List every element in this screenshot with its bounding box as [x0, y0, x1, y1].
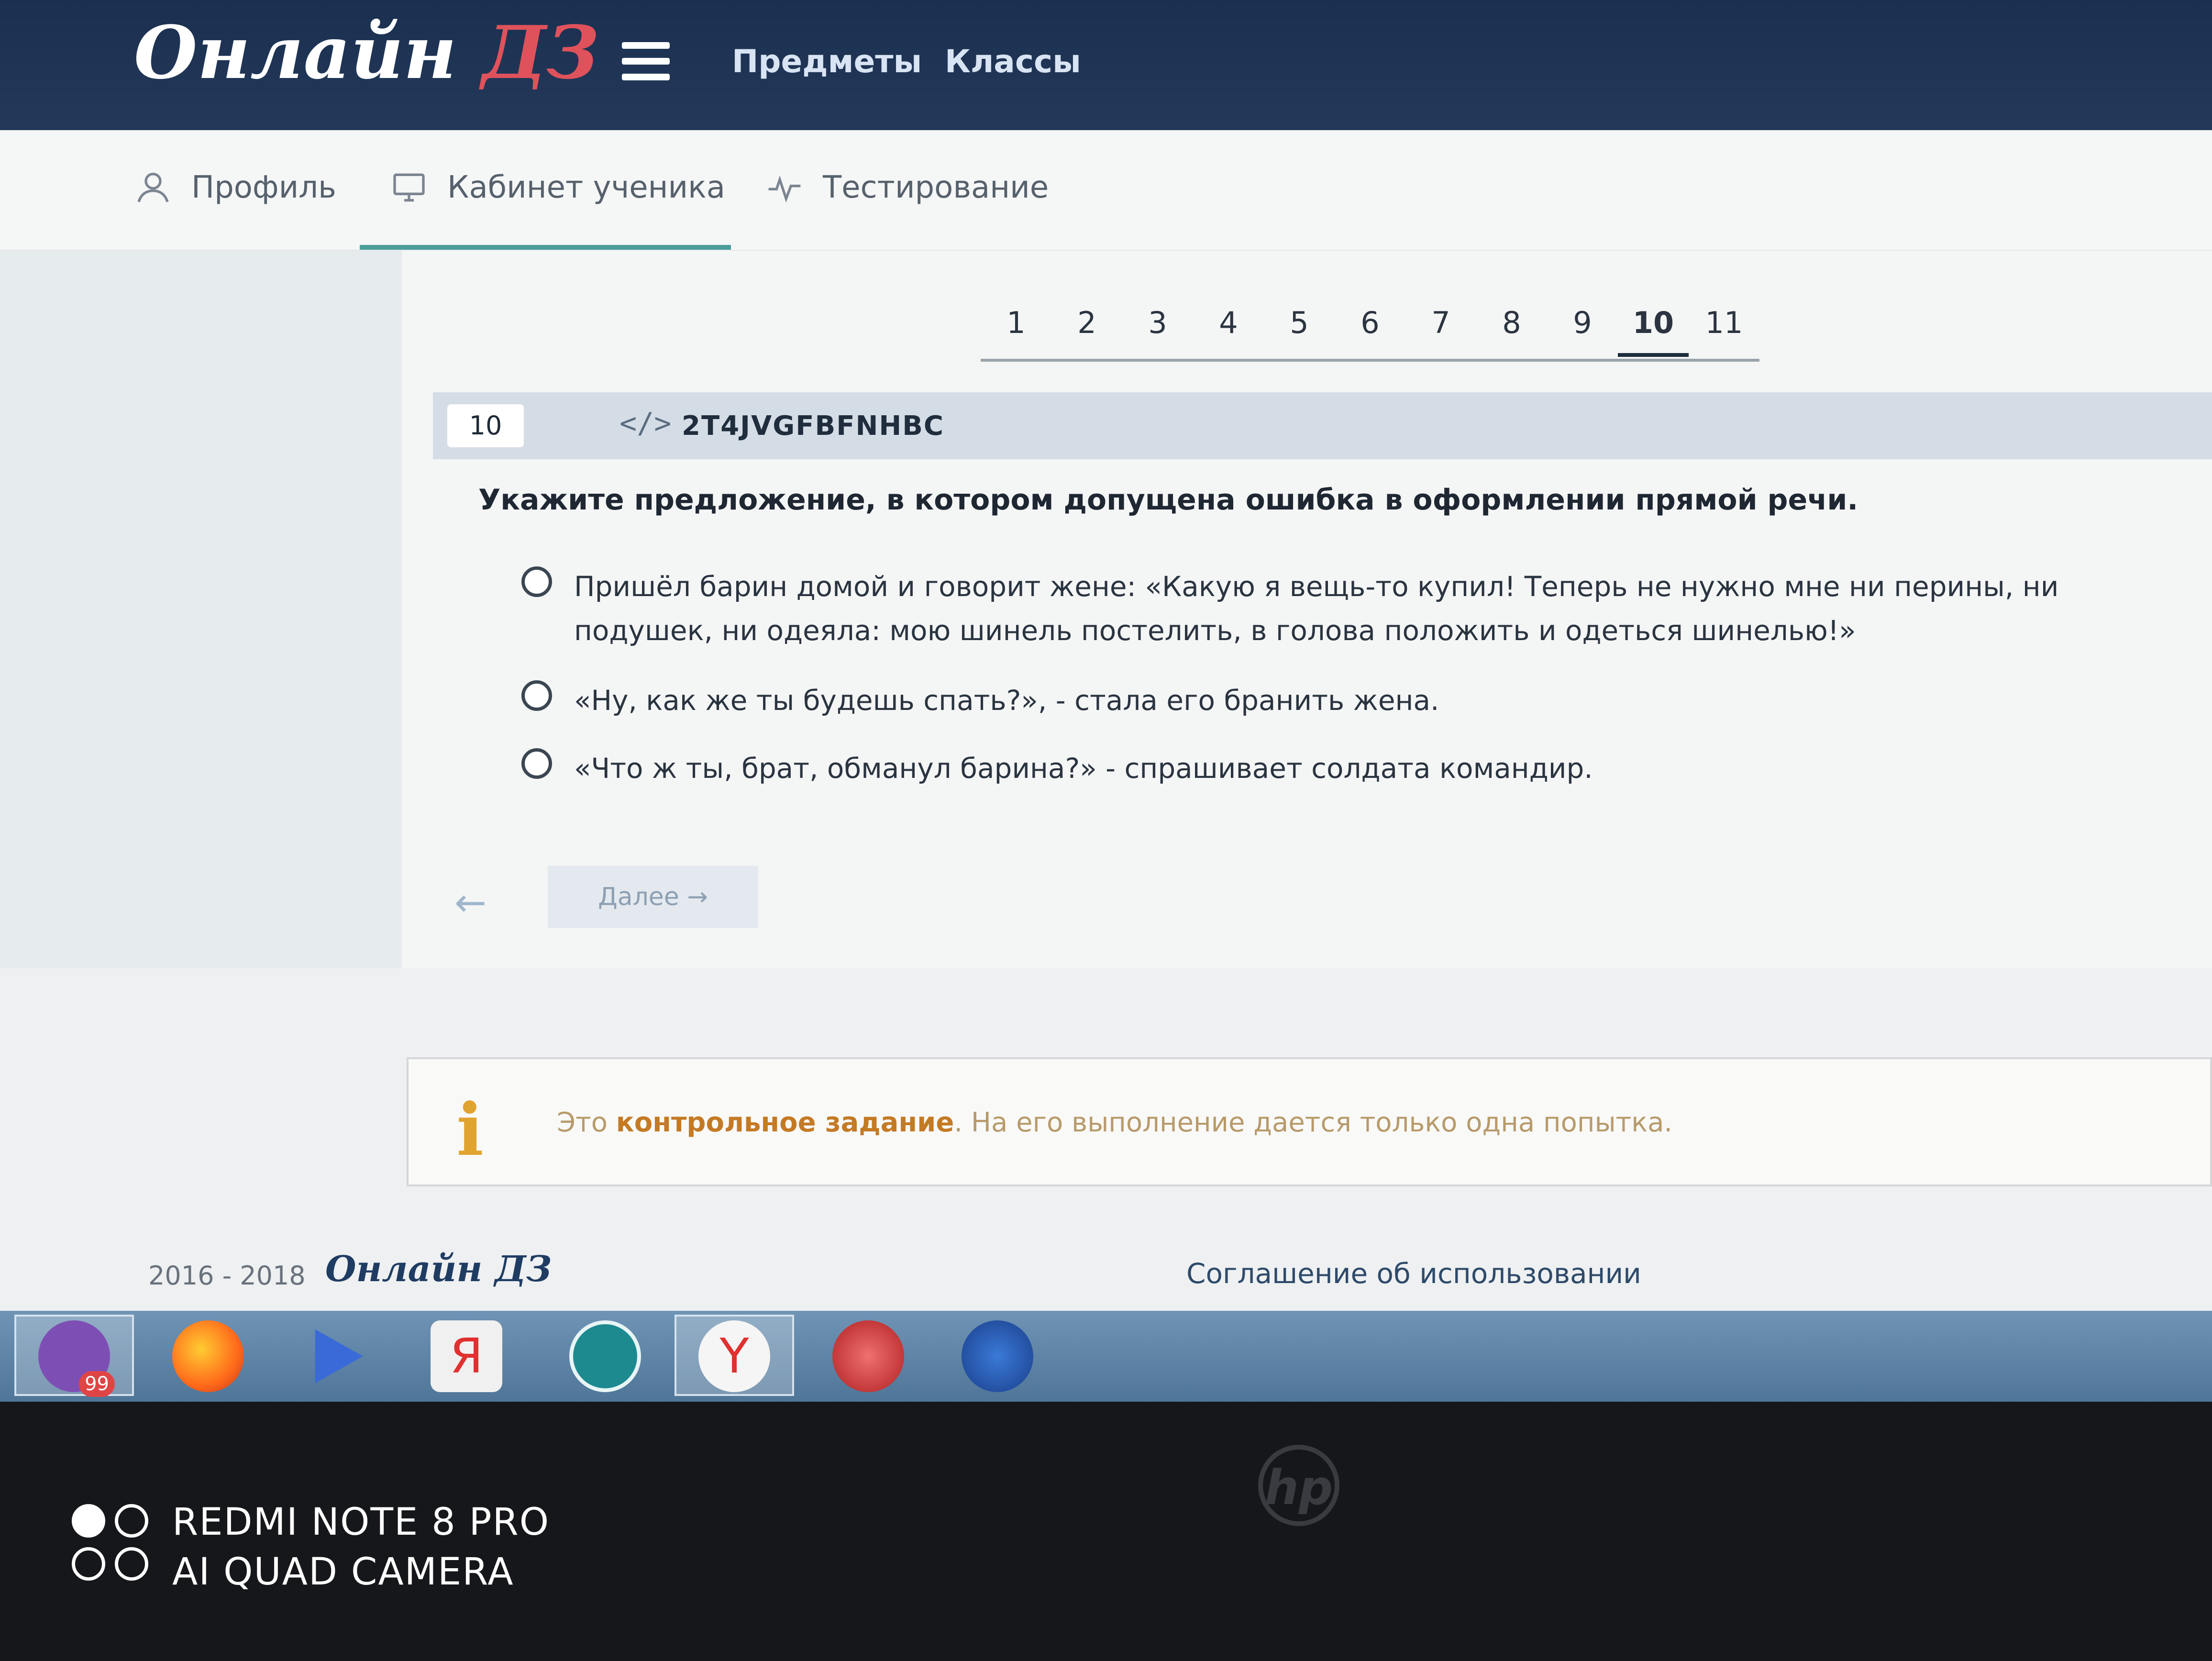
- gift-icon[interactable]: [832, 1320, 904, 1392]
- watermark-line-1: REDMI NOTE 8 PRO: [172, 1501, 550, 1544]
- info-text: Это контрольное задание. На его выполнен…: [557, 1107, 1672, 1138]
- task-pagination: 1 2 3 4 5 6 7 8 9 10 11: [981, 292, 1759, 362]
- page-link[interactable]: 7: [1405, 292, 1476, 354]
- answer-option[interactable]: «Ну, как же ты будешь спать?», - стала е…: [521, 678, 2153, 722]
- question-text: Укажите предложение, в котором допущена …: [478, 483, 1858, 517]
- radio-button[interactable]: [521, 748, 552, 779]
- page-link[interactable]: 2: [1051, 292, 1122, 354]
- info-prefix: Это: [557, 1107, 608, 1138]
- next-button[interactable]: Далее →: [548, 866, 758, 928]
- page-link[interactable]: 8: [1476, 292, 1547, 354]
- watermark-text: REDMI NOTE 8 PRO AI QUAD CAMERA: [172, 1497, 550, 1597]
- browser-screen: Онлайн ДЗ Предметы Классы Профиль Кабине…: [0, 0, 2212, 1402]
- tab-testing-label: Тестирование: [823, 170, 1049, 205]
- nav-subjects-link[interactable]: Предметы: [732, 43, 922, 80]
- viber-icon[interactable]: 99: [38, 1320, 115, 1397]
- task-header: 10 </> 2T4JVGFBFNHBC: [433, 392, 2212, 459]
- defender-icon[interactable]: [569, 1320, 641, 1392]
- info-suffix: . На его выполнение дается только одна п…: [954, 1107, 1673, 1138]
- footer-years: 2016 - 2018: [148, 1261, 306, 1291]
- left-panel: [0, 251, 402, 968]
- page-link[interactable]: 4: [1193, 292, 1264, 354]
- windows-taskbar: 99 Я Y: [0, 1311, 2212, 1402]
- windows-store-icon[interactable]: [962, 1320, 1033, 1392]
- monitor-icon: [393, 173, 425, 202]
- page-link[interactable]: 5: [1264, 292, 1335, 354]
- watermark-line-2: AI QUAD CAMERA: [172, 1550, 514, 1594]
- page-link[interactable]: 6: [1335, 292, 1405, 354]
- page-link[interactable]: 1: [981, 292, 1051, 354]
- page-link[interactable]: 9: [1547, 292, 1618, 354]
- answer-option-text: «Что ж ты, брат, обманул барина?» - спра…: [574, 752, 1593, 785]
- yandex-browser-icon[interactable]: Y: [698, 1320, 770, 1392]
- site-logo[interactable]: Онлайн ДЗ: [134, 10, 599, 95]
- camera-watermark: REDMI NOTE 8 PRO AI QUAD CAMERA: [72, 1497, 550, 1597]
- viber-badge: 99: [79, 1371, 115, 1397]
- info-notice: i Это контрольное задание. На его выполн…: [407, 1057, 2212, 1186]
- logo-accent-text: ДЗ: [482, 10, 599, 95]
- firefox-icon[interactable]: [172, 1320, 244, 1392]
- tab-profile[interactable]: Профиль: [134, 168, 336, 207]
- answer-option-text: Пришёл барин домой и говорит жене: «Каку…: [574, 570, 2059, 647]
- media-player-icon[interactable]: [306, 1320, 378, 1392]
- sub-navigation: Профиль Кабинет ученика Тестирование: [0, 130, 2212, 251]
- camera-dots-icon: [72, 1504, 153, 1590]
- logo-main-text: Онлайн: [134, 10, 457, 95]
- page-link[interactable]: 3: [1122, 292, 1193, 354]
- task-number-badge: 10: [447, 404, 524, 447]
- tab-student-cabinet[interactable]: Кабинет ученика: [390, 168, 725, 207]
- tab-student-cabinet-label: Кабинет ученика: [447, 170, 725, 205]
- task-code: 2T4JVGFBFNHBC: [682, 410, 944, 442]
- next-button-label: Далее: [598, 883, 679, 911]
- tab-profile-label: Профиль: [191, 170, 336, 205]
- user-icon: [137, 173, 169, 202]
- hp-logo: hp: [1258, 1445, 1339, 1526]
- nav-classes-link[interactable]: Классы: [945, 43, 1081, 80]
- answer-option-text: «Ну, как же ты будешь спать?», - стала е…: [574, 684, 1439, 717]
- yandex-icon[interactable]: Я: [431, 1320, 502, 1392]
- top-navbar: Онлайн ДЗ Предметы Классы: [0, 0, 2212, 130]
- active-tab-indicator: [360, 245, 731, 250]
- info-icon: i: [456, 1088, 484, 1172]
- footer-logo[interactable]: Онлайн ДЗ: [325, 1249, 552, 1290]
- radio-button[interactable]: [521, 566, 552, 597]
- back-arrow-icon[interactable]: ←: [454, 880, 487, 925]
- tab-testing[interactable]: Тестирование: [765, 168, 1049, 207]
- page-link[interactable]: 11: [1689, 292, 1759, 354]
- pulse-icon: [768, 175, 801, 203]
- hamburger-menu-icon[interactable]: [622, 42, 670, 80]
- answer-option[interactable]: «Что ж ты, брат, обманул барина?» - спра…: [521, 746, 2153, 790]
- info-highlight: контрольное задание: [616, 1107, 954, 1138]
- code-icon: </>: [619, 407, 672, 440]
- page-link-current[interactable]: 10: [1618, 292, 1689, 357]
- arrow-right-icon: →: [687, 883, 708, 911]
- agreement-link[interactable]: Соглашение об использовании: [1186, 1257, 1641, 1290]
- answer-option[interactable]: Пришёл барин домой и говорит жене: «Каку…: [521, 565, 2153, 653]
- radio-button[interactable]: [521, 680, 552, 711]
